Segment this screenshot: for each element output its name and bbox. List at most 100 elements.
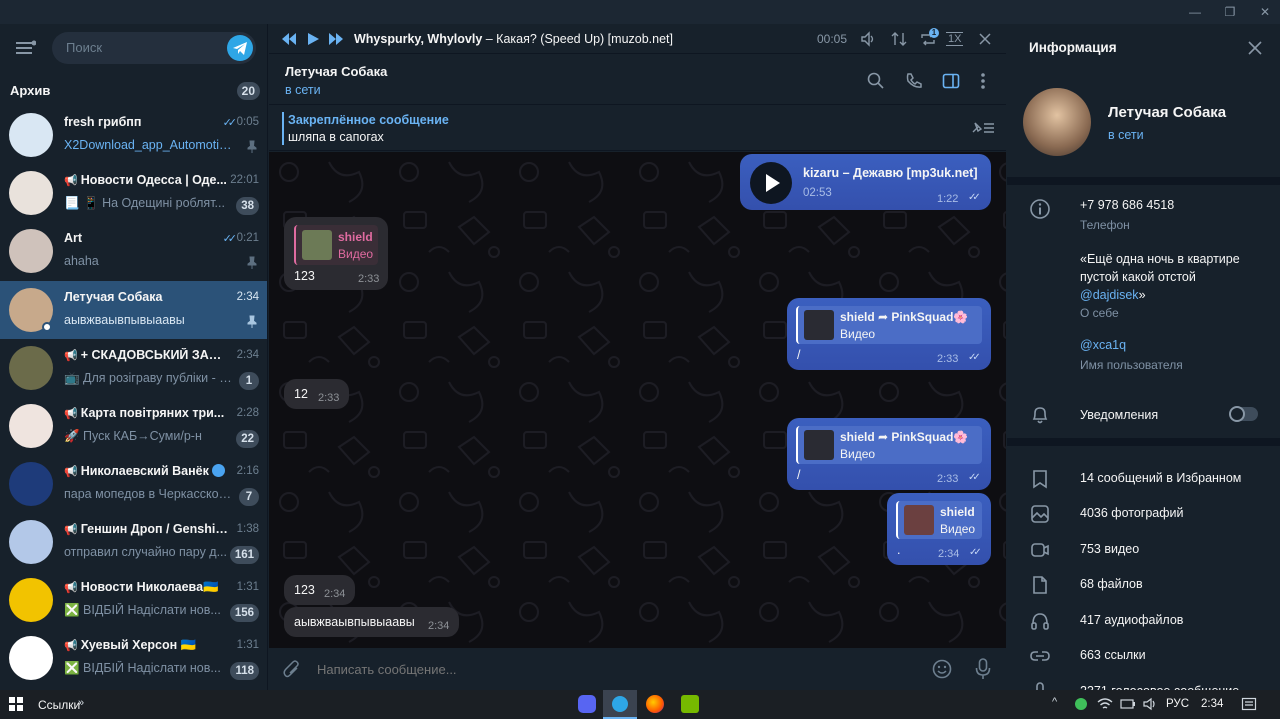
chat-avatar bbox=[9, 578, 53, 622]
chat-list-item[interactable]: 📢 Геншин Дроп / Genshin... 1:38 отправил сл… bbox=[0, 513, 267, 571]
clock[interactable]: 2:34 bbox=[1201, 698, 1223, 710]
bio-mention-link[interactable]: @dajdisek bbox=[1080, 288, 1139, 302]
profile-avatar[interactable] bbox=[1023, 88, 1091, 156]
audio-play-button[interactable] bbox=[750, 162, 792, 204]
megaphone-icon: 📢 bbox=[64, 524, 78, 536]
menu-icon[interactable] bbox=[16, 40, 37, 56]
player-track-title[interactable]: Whyspurky, Whylovly – Какая? (Speed Up) … bbox=[354, 32, 673, 46]
shared-media-row[interactable]: 2371 голосовое сообщение bbox=[1007, 682, 1280, 690]
volume-icon[interactable] bbox=[860, 31, 876, 47]
file-icon bbox=[1033, 576, 1047, 594]
reply-quote[interactable]: shield ➦ PinkSquad🌸 Видео bbox=[796, 426, 982, 464]
outgoing-message[interactable]: shield Видео . 2:34 ✓✓ bbox=[887, 493, 991, 565]
notification-center-icon[interactable] bbox=[1241, 696, 1257, 712]
speaker-icon[interactable] bbox=[1143, 697, 1159, 711]
search-input[interactable]: Поиск bbox=[52, 32, 256, 64]
language-indicator[interactable]: РУС bbox=[1166, 698, 1189, 710]
profile-phone[interactable]: +7 978 686 4518 bbox=[1080, 198, 1174, 212]
incoming-message[interactable]: shield Видео 123 2:33 bbox=[284, 217, 388, 290]
next-track-icon[interactable] bbox=[328, 32, 344, 46]
unread-badge: 118 bbox=[230, 662, 259, 680]
player-artist: Whyspurky, Whylovly bbox=[354, 32, 483, 46]
profile-bio[interactable]: «Ещё одна ночь в квартире пустой какой о… bbox=[1080, 250, 1270, 304]
incoming-message[interactable]: аывжваывпывыаавы 2:34 bbox=[284, 607, 459, 637]
incoming-message[interactable]: 12 2:33 bbox=[284, 379, 349, 409]
search-icon[interactable] bbox=[867, 72, 885, 90]
shared-media-row[interactable]: 68 файлов bbox=[1007, 576, 1280, 606]
wifi-icon[interactable] bbox=[1097, 697, 1113, 711]
shared-media-label: 14 сообщений в Избранном bbox=[1080, 471, 1242, 485]
close-player-icon[interactable] bbox=[979, 33, 991, 45]
chat-list-item[interactable]: 📢 Карта повітряних три... 2:28 🚀 Пуск КАБ→С… bbox=[0, 397, 267, 455]
shared-media-row[interactable]: 14 сообщений в Избранном bbox=[1007, 470, 1280, 500]
online-indicator bbox=[42, 322, 52, 332]
outgoing-message[interactable]: shield ➦ PinkSquad🌸 Видео / 2:33 ✓✓ bbox=[787, 298, 991, 370]
chat-avatar bbox=[9, 229, 53, 273]
incoming-message[interactable]: 123 2:34 bbox=[284, 575, 355, 605]
headphones-icon bbox=[1031, 613, 1049, 630]
shared-media-row[interactable]: 753 видео bbox=[1007, 541, 1280, 571]
close-icon[interactable] bbox=[1248, 41, 1262, 55]
chat-time: 2:34 bbox=[236, 349, 259, 361]
tray-status-icon[interactable] bbox=[1075, 698, 1087, 710]
emoji-icon[interactable] bbox=[932, 659, 952, 679]
chat-list-item[interactable]: 📢 Николаевский Ванёк 2:16 пара мопедов в Ч… bbox=[0, 455, 267, 513]
windows-start-icon[interactable] bbox=[9, 697, 23, 711]
previous-track-icon[interactable] bbox=[281, 32, 297, 46]
shared-media-label: 753 видео bbox=[1080, 542, 1140, 556]
chat-name: 📢 Новости Николаева🇺🇦 bbox=[64, 580, 229, 595]
reorder-icon[interactable] bbox=[891, 31, 907, 47]
nvidia-icon[interactable] bbox=[681, 695, 699, 713]
chat-name-text: Новости Одесса | Оде... bbox=[80, 173, 227, 187]
chat-preview: 📺 Для розіграву публіки - с... bbox=[64, 371, 232, 385]
reply-quote[interactable]: shield Видео bbox=[896, 501, 982, 539]
outgoing-message[interactable]: shield ➦ PinkSquad🌸 Видео / 2:33 ✓✓ bbox=[787, 418, 991, 490]
message-area[interactable]: kizaru – Дежавю [mp3uk.net] 02:53 1:22 ✓… bbox=[269, 152, 1006, 648]
reply-quote[interactable]: shield ➦ PinkSquad🌸 Видео bbox=[796, 306, 982, 344]
shared-media-row[interactable]: 417 аудиофайлов bbox=[1007, 612, 1280, 642]
pinned-message-bar[interactable]: Закреплённое сообщение шляпа в сапогах bbox=[269, 106, 1006, 151]
links-toolbar[interactable]: Ссылки bbox=[38, 698, 80, 712]
chat-name: 📢 Новости Одесса | Оде... bbox=[64, 173, 229, 187]
minimize-button[interactable]: — bbox=[1187, 4, 1203, 20]
chat-list-item[interactable]: 📢 + СКАДОВСЬКИЙ ЗАХИ... 2:34 📺 Для розіграв… bbox=[0, 339, 267, 397]
phone-icon[interactable] bbox=[905, 72, 923, 90]
audio-player-bar: Whyspurky, Whylovly – Какая? (Speed Up) … bbox=[269, 24, 1006, 54]
megaphone-icon: 📢 bbox=[64, 175, 78, 187]
chat-list-item[interactable]: Летучая Собака 2:34 аывжваывпывыаавы bbox=[0, 281, 267, 339]
chevron-icon[interactable]: » bbox=[78, 697, 84, 709]
chat-list-item[interactable]: 📢 Хуевый Херсон 🇺🇦 1:31 ❎ ВІДБІЙ Надіслати … bbox=[0, 629, 267, 687]
message-input[interactable] bbox=[317, 656, 877, 682]
close-window-button[interactable]: ✕ bbox=[1257, 4, 1273, 20]
audio-message[interactable]: kizaru – Дежавю [mp3uk.net] 02:53 1:22 ✓… bbox=[740, 154, 991, 210]
restore-button[interactable]: ❐ bbox=[1222, 4, 1238, 20]
shared-media-label: 4036 фотографий bbox=[1080, 506, 1184, 520]
play-icon[interactable] bbox=[306, 32, 320, 46]
chat-header[interactable]: Летучая Собака в сети bbox=[269, 55, 1006, 105]
firefox-icon[interactable] bbox=[646, 695, 664, 713]
profile-username[interactable]: @xca1q bbox=[1080, 338, 1126, 352]
notifications-toggle[interactable] bbox=[1229, 406, 1258, 422]
chat-list-item[interactable]: 📢 Новости Одесса | Оде... 22:01 📃 📱 На Одещ… bbox=[0, 164, 267, 222]
chat-status: в сети bbox=[285, 83, 321, 97]
telegram-logo-icon[interactable] bbox=[227, 35, 253, 61]
discord-icon[interactable] bbox=[578, 695, 596, 713]
tray-expand-icon[interactable]: ^ bbox=[1052, 696, 1057, 708]
reply-quote[interactable]: shield Видео bbox=[294, 225, 378, 265]
telegram-taskbar-button[interactable] bbox=[603, 690, 637, 719]
chat-list-item[interactable]: 📢 Новости Николаева🇺🇦 1:31 ❎ ВІДБІЙ Надісла… bbox=[0, 571, 267, 629]
chat-list-item[interactable]: Art ✓✓ 0:21 ahaha bbox=[0, 222, 267, 280]
verified-icon bbox=[212, 464, 226, 477]
shared-media-row[interactable]: 4036 фотографий bbox=[1007, 505, 1280, 535]
battery-icon[interactable] bbox=[1120, 697, 1136, 711]
chat-avatar bbox=[9, 520, 53, 564]
sidebar-toggle-icon[interactable] bbox=[942, 72, 960, 90]
attach-icon[interactable] bbox=[283, 660, 301, 680]
microphone-icon[interactable] bbox=[975, 658, 991, 680]
archive-row[interactable]: Архив 20 bbox=[0, 76, 267, 106]
more-options-icon[interactable] bbox=[980, 72, 986, 90]
chat-list-item[interactable]: fresh грибпп ✓✓ 0:05 X2Download_app_Automot… bbox=[0, 106, 267, 164]
shared-media-row[interactable]: 663 ссылки bbox=[1007, 647, 1280, 677]
playback-speed-button[interactable]: 1X bbox=[946, 32, 964, 46]
pinned-list-icon[interactable] bbox=[970, 120, 996, 136]
